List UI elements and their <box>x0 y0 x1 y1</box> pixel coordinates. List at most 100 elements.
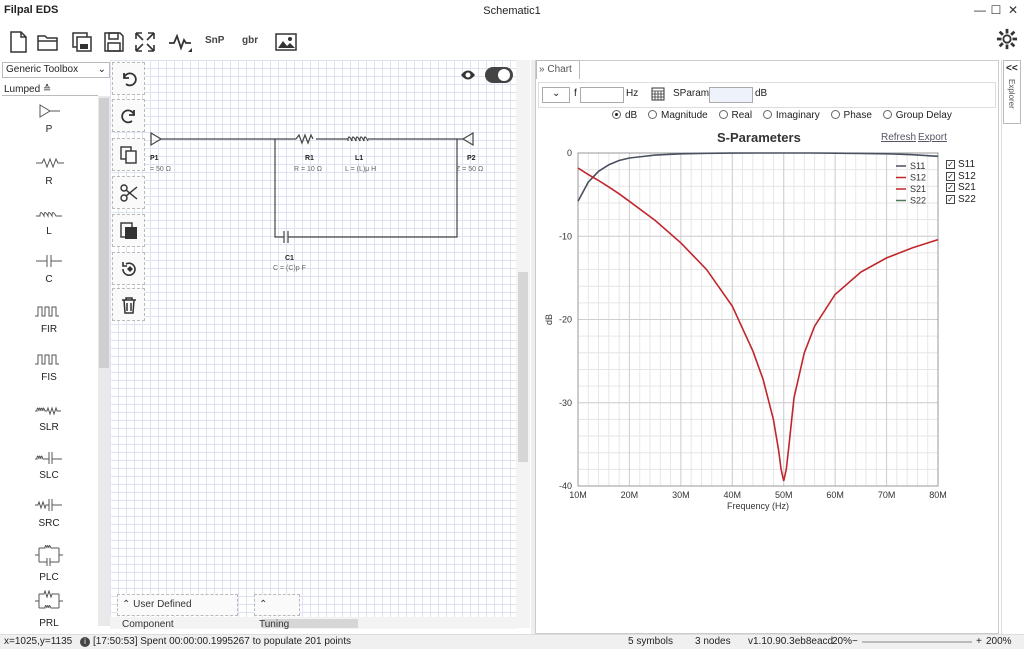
eye-icon[interactable] <box>460 69 476 81</box>
zoom-in-button[interactable]: + <box>976 636 982 647</box>
status-message: [17:50:53] Spent 00:00:00.1995267 to pop… <box>93 636 351 647</box>
mode-group-delay-radio[interactable]: Group Delay <box>882 110 952 121</box>
minimize-button[interactable]: — <box>972 2 988 18</box>
series-line-s11 <box>577 152 939 202</box>
fit-view-icon[interactable] <box>133 30 157 54</box>
redo-button[interactable] <box>112 99 145 132</box>
explorer-tab[interactable]: << Explorer <box>1003 60 1021 124</box>
palette-item-slc[interactable]: SLC <box>0 450 98 481</box>
chart-tab-label: Chart <box>547 64 572 75</box>
zoom-slider[interactable] <box>862 641 972 643</box>
x-tick-label: 20M <box>621 490 639 500</box>
capacitor-icon <box>36 255 62 267</box>
image-export-icon[interactable] <box>274 30 298 54</box>
explorer-label: Explorer <box>1007 79 1016 109</box>
prl-icon <box>35 590 63 609</box>
category-lumped[interactable]: Lumped ≙ <box>4 84 51 95</box>
save-icon[interactable] <box>102 30 126 54</box>
palette-item-plc[interactable]: PLC <box>0 544 98 583</box>
l1-name: L1 <box>355 155 364 162</box>
x-tick-label: 40M <box>724 490 742 500</box>
mode-real-radio[interactable]: Real <box>718 110 752 121</box>
chart-controls: ⌄ f Hz SParams dB <box>538 82 996 108</box>
maximize-button[interactable]: ☐ <box>988 2 1004 18</box>
mode-magnitude-radio[interactable]: Magnitude <box>648 110 708 121</box>
palette-item-l[interactable]: L <box>0 206 98 237</box>
series-toggle-s11[interactable]: ✓ S11 <box>946 159 976 171</box>
toolbox-select[interactable]: Generic Toolbox ⌄ <box>2 62 110 78</box>
paste-button[interactable] <box>112 214 145 247</box>
y-tick-label: -10 <box>559 231 572 241</box>
version-label: v1.10.90.3eb8eacd <box>748 636 834 647</box>
c1-value: C = (C)p F <box>273 265 306 272</box>
open-folder-icon[interactable] <box>36 30 60 54</box>
palette-item-src[interactable]: SRC <box>0 498 98 529</box>
x-tick-label: 10M <box>569 490 587 500</box>
series-toggle-s21[interactable]: ✓ S21 <box>946 182 976 194</box>
rotate-button[interactable] <box>112 252 145 285</box>
chart-tab[interactable]: » Chart <box>536 60 580 79</box>
palette-item-r[interactable]: R <box>0 156 98 187</box>
frequency-label: f <box>574 88 577 99</box>
component-palette: P R L C FIR FIS SLR SLC SRC PLC PRL <box>0 98 98 628</box>
redo-icon <box>121 109 135 124</box>
zoom-out-button[interactable]: − <box>852 636 858 647</box>
p2-name: P2 <box>467 155 476 162</box>
palette-item-p[interactable]: P <box>0 104 98 135</box>
simulate-icon[interactable] <box>168 30 192 54</box>
slr-icon <box>35 406 61 416</box>
toolbox-selected-value: Generic Toolbox <box>6 64 79 75</box>
frequency-input[interactable] <box>580 87 624 103</box>
title-bar: Filpal EDS Schematic1 — ☐ ✕ <box>0 0 1024 22</box>
palette-item-c[interactable]: C <box>0 254 98 285</box>
series-toggle-s22[interactable]: ✓ S22 <box>946 194 976 206</box>
palette-item-fir[interactable]: FIR <box>0 304 98 335</box>
copy-button[interactable] <box>112 138 145 171</box>
gear-icon[interactable] <box>996 28 1018 50</box>
c1-name: C1 <box>285 255 294 262</box>
trace-select[interactable]: ⌄ <box>542 87 570 103</box>
palette-scroll-thumb[interactable] <box>99 98 109 368</box>
palette-item-prl[interactable]: PRL <box>0 590 98 628</box>
delete-button[interactable] <box>112 288 145 321</box>
palette-item-slr[interactable]: SLR <box>0 402 98 433</box>
inductor-icon <box>36 212 62 218</box>
canvas-vertical-scroll-thumb[interactable] <box>518 272 528 462</box>
paste-icon <box>120 222 137 239</box>
palette-item-fis[interactable]: FIS <box>0 352 98 383</box>
db-unit-label: dB <box>755 88 768 99</box>
x-tick-label: 30M <box>672 490 690 500</box>
trash-icon <box>122 297 136 314</box>
cut-button[interactable] <box>112 176 145 209</box>
palette-label: PRL <box>39 618 59 628</box>
capacitor-c1-symbol <box>274 139 458 243</box>
close-button[interactable]: ✕ <box>1005 2 1021 18</box>
schematic-canvas[interactable]: P1 = 50 Ω R1 R = 10 Ω L1 L = (L)μ H P2 Z… <box>110 60 530 628</box>
y-tick-label: 0 <box>567 148 572 158</box>
port-p1-symbol <box>150 131 163 147</box>
port-p2-symbol <box>461 131 474 147</box>
snp-export-button[interactable]: SnP <box>205 35 224 46</box>
mode-phase-radio[interactable]: Phase <box>830 110 872 121</box>
save-all-icon[interactable] <box>70 30 94 54</box>
visibility-toggle[interactable] <box>485 67 513 83</box>
p2-value: Z = 50 Ω <box>456 166 484 173</box>
series-toggle-s12[interactable]: ✓ S12 <box>946 171 976 183</box>
s-parameter-chart[interactable]: 10M 20M 30M 40M 50M 60M 70M 80M 0 -10 -20 -30 -40 Fre… <box>540 140 995 530</box>
resistor-r1-symbol <box>295 133 314 145</box>
mode-db-radio[interactable]: dB <box>612 110 637 121</box>
new-file-icon[interactable] <box>6 30 30 54</box>
gbr-export-button[interactable]: gbr <box>242 35 258 46</box>
chevron-down-icon: ⌄ <box>97 64 106 75</box>
hz-label: Hz <box>626 88 639 99</box>
sparams-input[interactable] <box>709 87 753 103</box>
tuning-tab[interactable]: ⌃ Tuning <box>254 594 300 630</box>
calculator-icon[interactable] <box>651 87 665 101</box>
palette-label: FIS <box>41 372 57 383</box>
status-bar: x=1025,y=1135 i [17:50:53] Spent 00:00:0… <box>0 634 1024 649</box>
undo-button[interactable] <box>112 62 145 95</box>
l1-value: L = (L)μ H <box>345 166 377 173</box>
mode-imaginary-radio[interactable]: Imaginary <box>762 110 820 121</box>
user-defined-component-tab[interactable]: ⌃ User Defined Component <box>117 594 238 630</box>
document-title: Schematic1 <box>483 5 541 17</box>
